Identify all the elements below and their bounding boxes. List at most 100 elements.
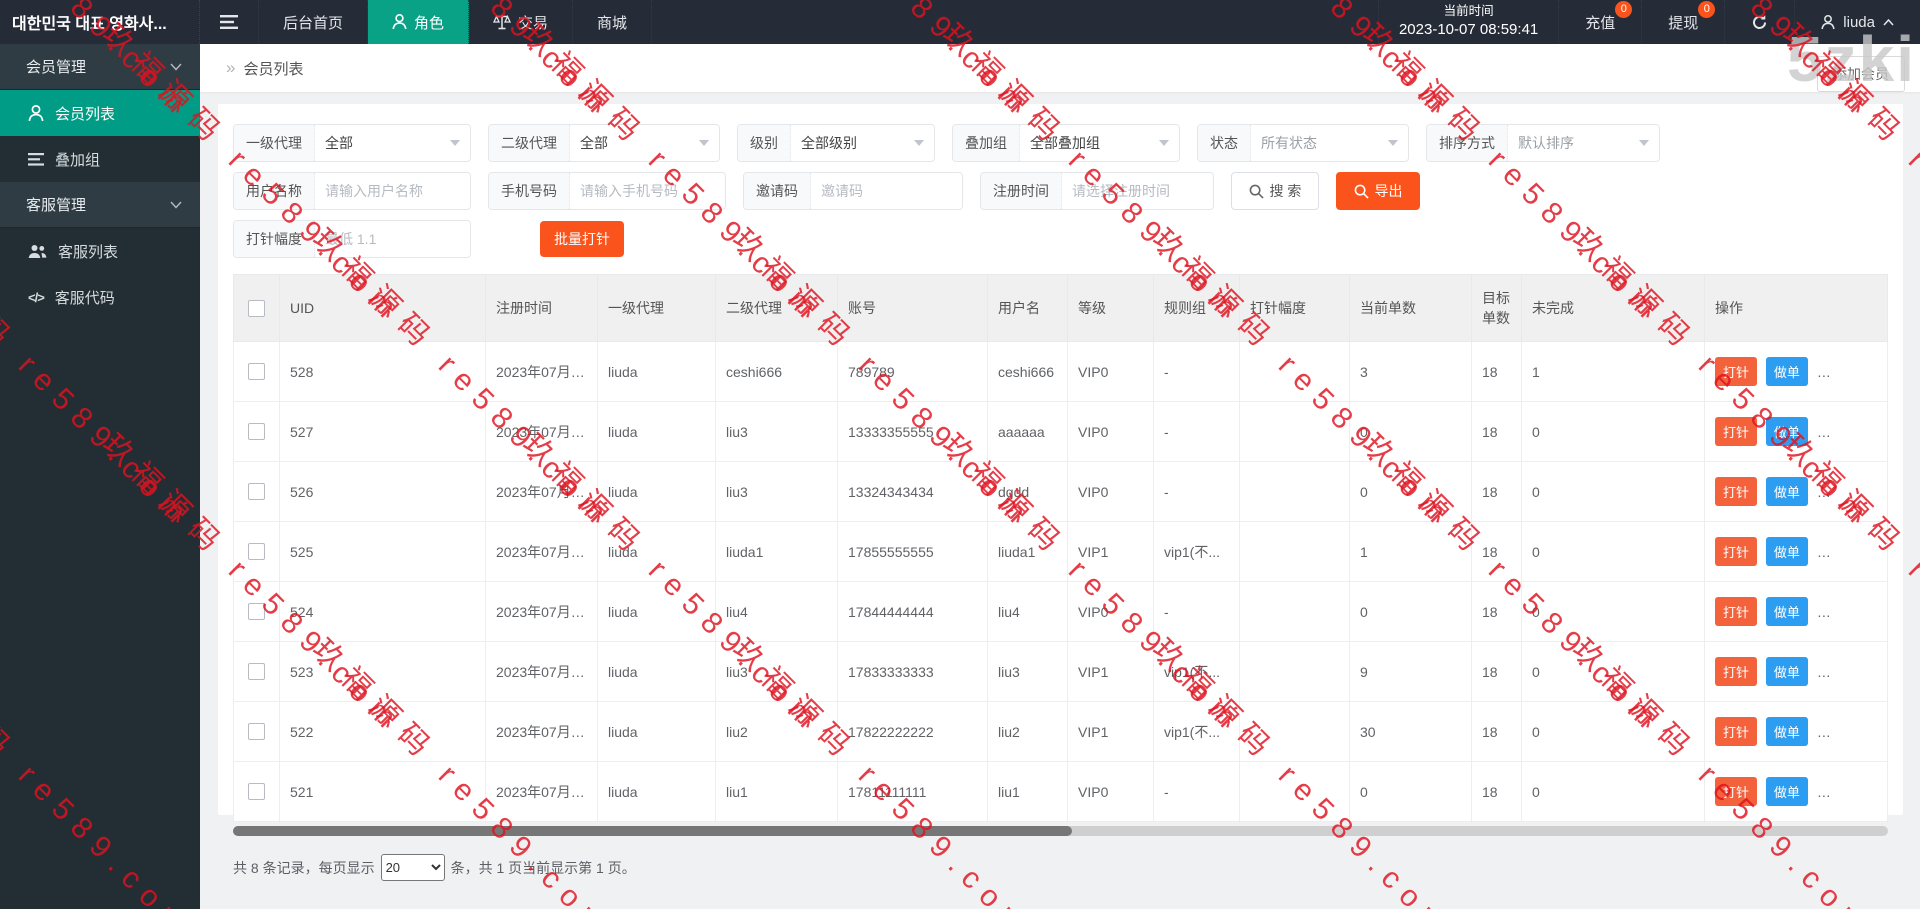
header-checkbox-cell [234,275,280,342]
record-count-text: 共 8 条记录，每页显示 [233,858,375,878]
make-order-button[interactable]: 做单 [1766,537,1808,566]
cell-unfinished: 0 [1522,762,1705,822]
sidebar-item-member-list[interactable]: 会员列表 [0,90,200,136]
horizontal-scrollbar-thumb[interactable] [233,826,1072,836]
balance-button[interactable]: 余额 [1868,717,1888,746]
inject-button[interactable]: 打针 [1715,657,1757,686]
cell-actions: 打针 做单 等级 余额 编辑 ... [1705,522,1888,582]
add-member-button[interactable]: 添加会员 [1817,56,1905,92]
input-label: 注册时间 [981,173,1062,209]
nav-item-dashboard[interactable]: 后台首页 [259,0,368,44]
row-checkbox[interactable] [248,363,265,380]
cell-rule-group: vip1(不... [1154,522,1240,582]
sidebar-group-service-management[interactable]: 客服管理 [0,182,200,228]
sidebar-item-service-list[interactable]: 客服列表 [0,228,200,274]
inject-button[interactable]: 打针 [1715,717,1757,746]
member-list-panel: 一级代理 全部 二级代理 全部 级别 全部级别 叠加组 全部叠加组 状态 [218,104,1903,815]
row-checkbox[interactable] [248,663,265,680]
sidebar-item-overlay-group[interactable]: 叠加组 [0,136,200,182]
inject-button[interactable]: 打针 [1715,537,1757,566]
person-icon [392,14,407,30]
level-button[interactable]: 等级 [1817,477,1859,506]
row-checkbox[interactable] [248,423,265,440]
invite-code-field-group: 邀请码 [743,172,963,210]
cell-uid: 527 [280,402,486,462]
level-button[interactable]: 等级 [1817,597,1859,626]
inject-range-input[interactable] [315,221,470,257]
balance-button[interactable]: 余额 [1868,477,1888,506]
level-button[interactable]: 等级 [1817,357,1859,386]
phone-input[interactable] [570,173,725,209]
row-checkbox[interactable] [248,543,265,560]
chevron-down-icon [170,201,182,209]
select-value: 全部 [315,133,450,153]
recharge-button[interactable]: 充值 0 [1558,0,1641,44]
select-agent-level2[interactable]: 二级代理 全部 [488,124,720,162]
select-overlay-group[interactable]: 叠加组 全部叠加组 [952,124,1180,162]
make-order-button[interactable]: 做单 [1766,597,1808,626]
batch-inject-button[interactable]: 批量打针 [540,221,624,257]
sidebar-toggle-button[interactable] [200,0,259,44]
phone-field-group: 手机号码 [488,172,726,210]
select-label: 叠加组 [953,125,1020,161]
user-menu[interactable]: liuda [1794,0,1920,44]
balance-button[interactable]: 余额 [1868,597,1888,626]
balance-button[interactable]: 余额 [1868,357,1888,386]
register-time-input[interactable] [1062,173,1213,209]
app-title: 대한민국 대표 영화사... [0,0,200,44]
select-all-checkbox[interactable] [248,300,265,317]
per-page-select[interactable]: 20 [381,854,445,881]
cell-checkbox [234,762,280,822]
level-button[interactable]: 等级 [1817,657,1859,686]
select-status[interactable]: 状态 所有状态 [1197,124,1409,162]
make-order-button[interactable]: 做单 [1766,477,1808,506]
nav-item-trade[interactable]: 交易 [469,0,573,44]
balance-button[interactable]: 余额 [1868,417,1888,446]
balance-button[interactable]: 余额 [1868,777,1888,806]
make-order-button[interactable]: 做单 [1766,657,1808,686]
inject-button[interactable]: 打针 [1715,417,1757,446]
cell-checkbox [234,642,280,702]
nav-item-role[interactable]: 角色 [368,0,469,44]
make-order-button[interactable]: 做单 [1766,777,1808,806]
row-checkbox[interactable] [248,603,265,620]
search-button[interactable]: 搜 索 [1231,172,1319,210]
make-order-button[interactable]: 做单 [1766,417,1808,446]
cell-level: VIP1 [1068,702,1154,762]
sidebar-group-member-management[interactable]: 会员管理 [0,44,200,90]
row-checkbox[interactable] [248,723,265,740]
table-body: 528 2023年07月23日 16:02:18 liuda ceshi666 … [234,342,1888,822]
cell-inject-range [1240,342,1350,402]
inject-button[interactable]: 打针 [1715,477,1757,506]
sidebar-item-service-code[interactable]: </> 客服代码 [0,274,200,320]
level-button[interactable]: 等级 [1817,717,1859,746]
refresh-button[interactable] [1724,0,1794,44]
invite-code-input[interactable] [811,173,962,209]
level-button[interactable]: 等级 [1817,777,1859,806]
cell-checkbox [234,582,280,642]
make-order-button[interactable]: 做单 [1766,357,1808,386]
withdraw-button[interactable]: 提现 0 [1641,0,1724,44]
inject-button[interactable]: 打针 [1715,777,1757,806]
username-input[interactable] [315,173,470,209]
make-order-button[interactable]: 做单 [1766,717,1808,746]
column-header: 规则组 [1154,275,1240,342]
level-button[interactable]: 等级 [1817,417,1859,446]
row-checkbox[interactable] [248,483,265,500]
row-checkbox[interactable] [248,783,265,800]
select-agent-level1[interactable]: 一级代理 全部 [233,124,471,162]
select-sort-order[interactable]: 排序方式 默认排序 [1426,124,1660,162]
level-button[interactable]: 等级 [1817,537,1859,566]
cell-account: 17811111111 [838,762,988,822]
cell-level: VIP0 [1068,342,1154,402]
balance-button[interactable]: 余额 [1868,537,1888,566]
nav-item-mall[interactable]: 商城 [573,0,652,44]
export-button[interactable]: 导出 [1336,172,1420,210]
select-level[interactable]: 级别 全部级别 [737,124,935,162]
cell-account: 17844444444 [838,582,988,642]
cell-actions: 打针 做单 等级 余额 编辑 ... [1705,342,1888,402]
inject-button[interactable]: 打针 [1715,357,1757,386]
balance-button[interactable]: 余额 [1868,657,1888,686]
column-header: 用户名 [988,275,1068,342]
inject-button[interactable]: 打针 [1715,597,1757,626]
